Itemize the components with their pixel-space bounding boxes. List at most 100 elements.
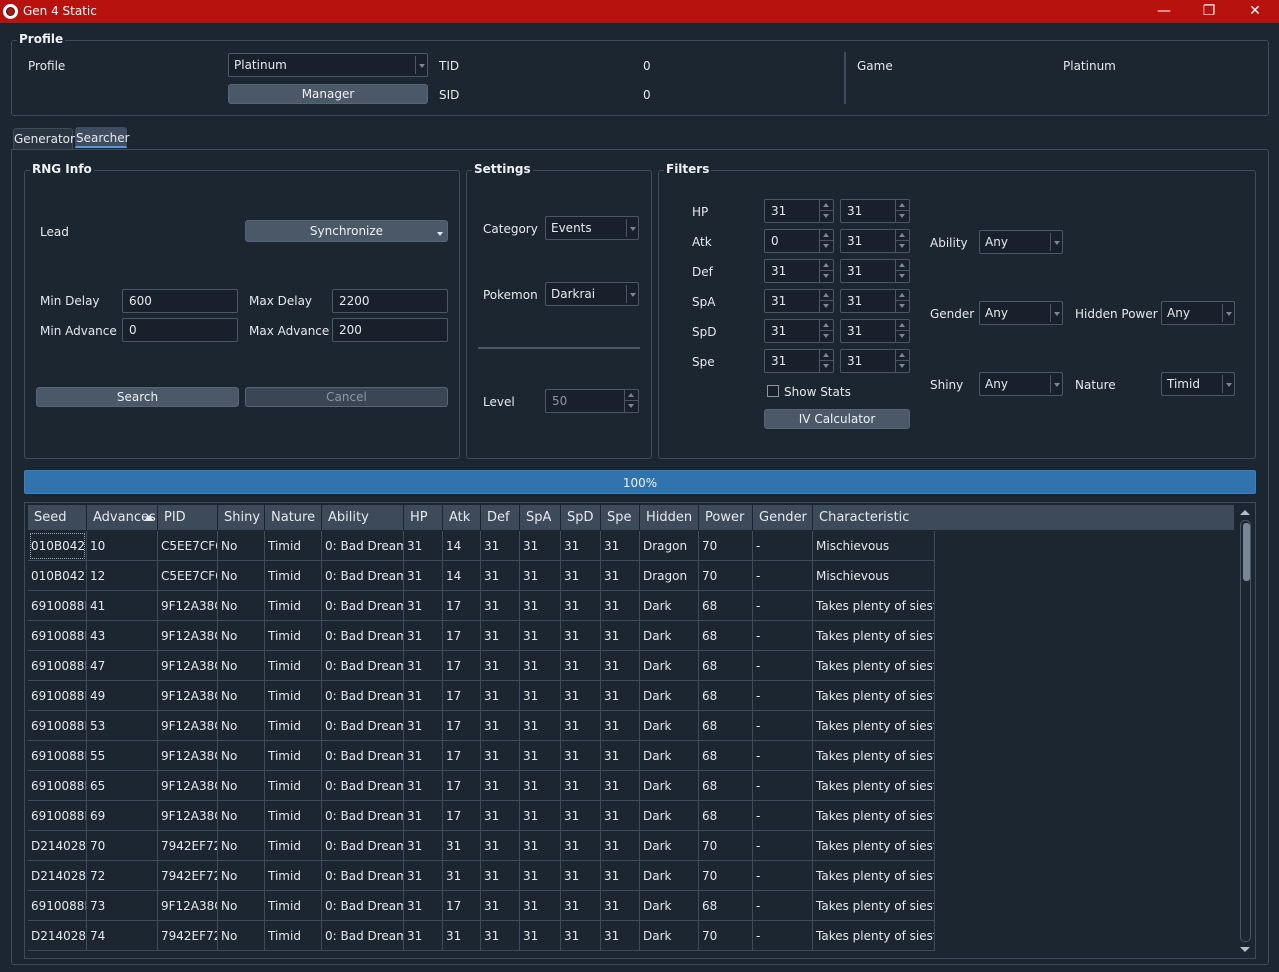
min-advance-input[interactable]: 0 [122,318,238,342]
table-cell[interactable]: 0: Bad Dreams [322,921,404,951]
table-cell[interactable]: 31 [520,681,561,711]
table-cell[interactable]: Takes plenty of siestas [813,681,935,711]
table-cell[interactable]: 0: Bad Dreams [322,621,404,651]
column-header[interactable]: Advances [87,505,158,530]
category-select[interactable]: Events [545,216,639,240]
table-cell[interactable]: 31 [404,711,443,741]
iv-spe-max-spinbox[interactable]: 31 [840,349,910,373]
table-cell[interactable]: 0: Bad Dreams [322,681,404,711]
table-cell[interactable]: 0: Bad Dreams [322,561,404,591]
table-cell[interactable]: Takes plenty of siestas [813,921,935,951]
table-cell[interactable]: 17 [443,591,481,621]
table-cell[interactable]: 31 [404,921,443,951]
table-cell[interactable]: Takes plenty of siestas [813,741,935,771]
table-cell[interactable]: 31 [520,831,561,861]
table-cell[interactable]: 10 [87,531,158,561]
minimize-button[interactable]: — [1141,0,1187,23]
table-cell[interactable]: 17 [443,681,481,711]
table-cell[interactable]: 17 [443,621,481,651]
table-cell[interactable]: 31 [520,591,561,621]
spin-up-icon[interactable] [820,260,833,271]
table-cell[interactable]: 9F12A38C [158,651,218,681]
table-cell[interactable]: 17 [443,651,481,681]
table-cell[interactable]: 70 [699,831,753,861]
table-cell[interactable]: No [218,801,265,831]
table-cell[interactable]: 31 [520,921,561,951]
table-cell[interactable]: 31 [404,741,443,771]
table-cell[interactable]: - [753,561,813,591]
table-cell[interactable]: 70 [87,831,158,861]
table-cell[interactable]: 31 [404,801,443,831]
table-cell[interactable]: 0: Bad Dreams [322,771,404,801]
table-cell[interactable]: 31 [443,921,481,951]
table-cell[interactable]: 17 [443,801,481,831]
table-cell[interactable]: - [753,711,813,741]
table-cell[interactable]: 31 [601,711,640,741]
table-cell[interactable]: 31 [561,531,601,561]
spin-down-icon[interactable] [820,361,833,372]
table-cell[interactable]: 31 [481,891,520,921]
table-cell[interactable]: 17 [443,711,481,741]
table-cell[interactable]: Dark [640,591,699,621]
spin-up-icon[interactable] [820,350,833,361]
iv-atk-min-spinbox[interactable]: 0 [764,229,834,253]
spin-down-icon[interactable] [896,211,909,222]
column-header[interactable]: Shiny [218,505,265,530]
table-row[interactable]: 6910088B699F12A38CNoTimid0: Bad Dreams31… [28,801,935,831]
table-cell[interactable]: 31 [601,891,640,921]
table-row[interactable]: 010B042F10C5EE7CF6NoTimid0: Bad Dreams31… [28,531,935,561]
table-cell[interactable]: 31 [481,831,520,861]
table-cell[interactable]: 31 [601,831,640,861]
table-cell[interactable]: 73 [87,891,158,921]
table-cell[interactable]: 31 [520,741,561,771]
table-cell[interactable]: Dark [640,891,699,921]
table-cell[interactable]: 0: Bad Dreams [322,651,404,681]
table-cell[interactable]: 9F12A38C [158,681,218,711]
table-cell[interactable]: 0: Bad Dreams [322,801,404,831]
table-cell[interactable]: 31 [561,621,601,651]
table-cell[interactable]: Timid [265,531,322,561]
table-cell[interactable]: No [218,891,265,921]
table-cell[interactable]: 31 [404,681,443,711]
table-cell[interactable]: 14 [443,531,481,561]
table-cell[interactable]: Takes plenty of siestas [813,891,935,921]
table-cell[interactable]: No [218,591,265,621]
table-cell[interactable]: No [218,531,265,561]
table-cell[interactable]: 69 [87,801,158,831]
table-cell[interactable]: 17 [443,891,481,921]
table-cell[interactable]: 17 [443,741,481,771]
table-cell[interactable]: Dark [640,681,699,711]
show-stats-checkbox[interactable] [767,385,779,397]
table-cell[interactable]: 31 [481,741,520,771]
min-delay-input[interactable]: 600 [122,289,238,313]
column-header[interactable]: Def [481,505,520,530]
table-cell[interactable]: 68 [699,801,753,831]
table-cell[interactable]: 31 [561,861,601,891]
table-cell[interactable]: Dark [640,801,699,831]
table-cell[interactable]: 31 [561,771,601,801]
pokemon-select[interactable]: Darkrai [545,282,639,306]
table-cell[interactable]: No [218,681,265,711]
spin-up-icon[interactable] [820,320,833,331]
table-cell[interactable]: Timid [265,741,322,771]
column-header[interactable]: Characteristic [813,505,1235,530]
iv-atk-max-spinbox[interactable]: 31 [840,229,910,253]
table-cell[interactable]: 9F12A38C [158,711,218,741]
table-cell[interactable]: 68 [699,891,753,921]
table-row[interactable]: 6910088B539F12A38CNoTimid0: Bad Dreams31… [28,711,935,741]
column-header[interactable]: Nature [265,505,322,530]
table-cell[interactable]: 31 [404,651,443,681]
spin-up-icon[interactable] [820,230,833,241]
table-cell[interactable]: 41 [87,591,158,621]
spin-up-icon[interactable] [896,320,909,331]
table-cell[interactable]: 70 [699,861,753,891]
table-cell[interactable]: Timid [265,651,322,681]
table-cell[interactable]: 31 [404,771,443,801]
table-cell[interactable]: 55 [87,741,158,771]
table-cell[interactable]: Dragon [640,531,699,561]
table-cell[interactable]: Takes plenty of siestas [813,651,935,681]
table-row[interactable]: 6910088B559F12A38CNoTimid0: Bad Dreams31… [28,741,935,771]
iv-def-min-spinbox[interactable]: 31 [764,259,834,283]
table-cell[interactable]: 31 [561,831,601,861]
gender-select[interactable]: Any [979,301,1063,325]
